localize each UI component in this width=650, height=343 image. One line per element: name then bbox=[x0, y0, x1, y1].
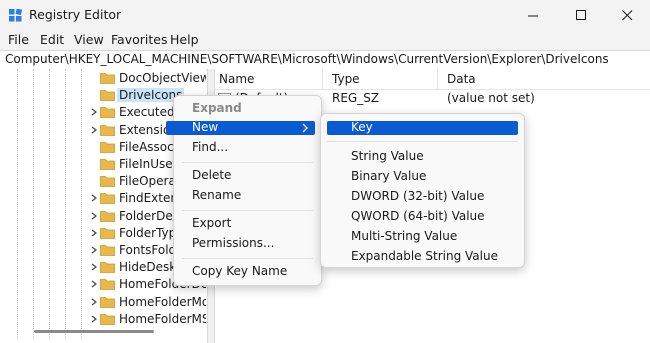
chevron-right-icon[interactable] bbox=[89, 313, 99, 325]
folder-icon bbox=[100, 279, 115, 291]
registry-editor-icon bbox=[9, 9, 22, 22]
menu-item-label: QWORD (64-bit) Value bbox=[351, 209, 485, 223]
close-button[interactable] bbox=[604, 0, 650, 30]
menu-separator bbox=[182, 258, 313, 259]
submenu-item-dword-value[interactable]: DWORD (32-bit) Value bbox=[321, 187, 524, 207]
tree-item-label: DocObjectView bbox=[119, 71, 206, 85]
menu-item-expand[interactable]: Expand bbox=[174, 99, 321, 119]
folder-icon bbox=[100, 210, 115, 222]
submenu-item-key[interactable]: Key bbox=[321, 118, 524, 138]
chevron-right-icon[interactable] bbox=[89, 227, 99, 239]
value-data-cell: (value not set) bbox=[447, 91, 535, 105]
minimize-button[interactable] bbox=[510, 0, 556, 30]
chevron-right-icon[interactable] bbox=[89, 192, 99, 204]
tree-horizontal-scrollbar[interactable] bbox=[34, 330, 154, 333]
tree-item-label: HomeFolderMSGraph bbox=[119, 311, 206, 326]
chevron-right-icon[interactable] bbox=[89, 244, 99, 256]
highlight-bar bbox=[166, 121, 315, 135]
menu-favorites[interactable]: Favorites bbox=[111, 32, 167, 47]
menu-item-label: Rename bbox=[192, 188, 242, 202]
menu-item-label: Expand bbox=[192, 101, 242, 115]
chevron-right-icon[interactable] bbox=[89, 124, 99, 136]
registry-editor-window: Registry Editor File Edit View Favorites… bbox=[0, 0, 650, 343]
close-icon bbox=[621, 9, 632, 20]
menu-edit[interactable]: Edit bbox=[40, 32, 64, 47]
chevron-right-icon[interactable] bbox=[89, 261, 99, 273]
menu-separator bbox=[182, 210, 313, 211]
list-header: Name Type Data bbox=[215, 69, 650, 90]
folder-icon bbox=[100, 296, 115, 308]
folder-icon bbox=[100, 313, 115, 325]
column-divider[interactable] bbox=[322, 69, 323, 89]
folder-icon bbox=[100, 159, 115, 170]
folder-icon bbox=[100, 262, 115, 274]
menu-separator bbox=[327, 141, 518, 142]
menu-file[interactable]: File bbox=[8, 32, 29, 47]
folder-icon bbox=[100, 227, 115, 239]
menu-item-label: Multi-String Value bbox=[351, 229, 458, 243]
folder-icon bbox=[100, 107, 115, 119]
column-header-type[interactable]: Type bbox=[332, 72, 360, 86]
chevron-right-icon[interactable] bbox=[89, 278, 99, 290]
folder-icon bbox=[100, 90, 115, 102]
folder-icon bbox=[100, 176, 115, 188]
minimize-icon bbox=[527, 15, 538, 16]
maximize-icon bbox=[575, 9, 586, 20]
submenu-item-multi-string-value[interactable]: Multi-String Value bbox=[321, 227, 524, 247]
chevron-right-icon[interactable] bbox=[89, 210, 99, 222]
menu-separator bbox=[182, 162, 313, 163]
folder-icon bbox=[100, 124, 115, 136]
folder-icon bbox=[100, 141, 115, 153]
folder-icon bbox=[100, 193, 115, 205]
folder-icon bbox=[100, 245, 115, 256]
menu-item-label: DWORD (32-bit) Value bbox=[351, 189, 485, 203]
menu-item-label: Expandable String Value bbox=[351, 249, 498, 263]
tree-item-label: FileInUse bbox=[119, 157, 173, 171]
menu-item-label: Find... bbox=[192, 140, 229, 154]
menu-item-permissions[interactable]: Permissions... bbox=[174, 234, 321, 254]
column-header-name[interactable]: Name bbox=[219, 72, 254, 86]
value-type-cell: REG_SZ bbox=[332, 91, 380, 105]
menu-item-find[interactable]: Find... bbox=[174, 138, 321, 158]
column-divider[interactable] bbox=[437, 69, 438, 89]
menu-item-export[interactable]: Export bbox=[174, 214, 321, 234]
tree-item[interactable]: HomeFolderMobile bbox=[0, 294, 206, 311]
new-submenu: Key String Value Binary Value DWORD (32-… bbox=[320, 113, 525, 268]
title-bar: Registry Editor bbox=[0, 0, 650, 30]
window-title: Registry Editor bbox=[29, 7, 122, 22]
address-bar[interactable]: Computer\HKEY_LOCAL_MACHINE\SOFTWARE\Mic… bbox=[0, 50, 650, 70]
tree-item[interactable]: HomeFolderMSGraph bbox=[0, 311, 206, 328]
chevron-right-icon[interactable] bbox=[89, 296, 99, 308]
menu-item-label: Export bbox=[192, 216, 232, 230]
menu-help[interactable]: Help bbox=[170, 32, 199, 47]
column-header-data[interactable]: Data bbox=[447, 72, 476, 86]
folder-icon bbox=[100, 73, 115, 84]
context-menu: Expand New Find... Delete Rename Export … bbox=[166, 95, 322, 286]
tree-item-label: HomeFolderMobile bbox=[119, 294, 206, 309]
menu-item-label: Permissions... bbox=[192, 236, 275, 250]
menu-item-delete[interactable]: Delete bbox=[174, 166, 321, 186]
menu-item-label: Key bbox=[351, 120, 373, 134]
chevron-right-icon[interactable] bbox=[89, 106, 99, 118]
menu-item-label: Delete bbox=[192, 168, 232, 182]
menu-item-copy-key-name[interactable]: Copy Key Name bbox=[174, 262, 321, 282]
submenu-item-expandable-string-value[interactable]: Expandable String Value bbox=[321, 247, 524, 267]
menu-item-label: String Value bbox=[351, 149, 424, 163]
menu-item-label: Binary Value bbox=[351, 169, 427, 183]
menu-item-label: New bbox=[192, 120, 219, 134]
submenu-item-qword-value[interactable]: QWORD (64-bit) Value bbox=[321, 207, 524, 227]
menu-item-new[interactable]: New bbox=[166, 118, 321, 138]
address-path[interactable]: Computer\HKEY_LOCAL_MACHINE\SOFTWARE\Mic… bbox=[5, 52, 609, 66]
maximize-button[interactable] bbox=[558, 0, 604, 30]
menu-view[interactable]: View bbox=[74, 32, 104, 47]
menu-item-label: Copy Key Name bbox=[192, 264, 288, 278]
tree-item-label: Executed bbox=[119, 105, 175, 120]
chevron-right-icon bbox=[302, 123, 308, 133]
submenu-item-binary-value[interactable]: Binary Value bbox=[321, 167, 524, 187]
submenu-item-string-value[interactable]: String Value bbox=[321, 147, 524, 167]
menu-bar: File Edit View Favorites Help bbox=[0, 30, 650, 50]
menu-item-rename[interactable]: Rename bbox=[174, 186, 321, 206]
tree-item[interactable]: DocObjectView bbox=[0, 70, 206, 87]
